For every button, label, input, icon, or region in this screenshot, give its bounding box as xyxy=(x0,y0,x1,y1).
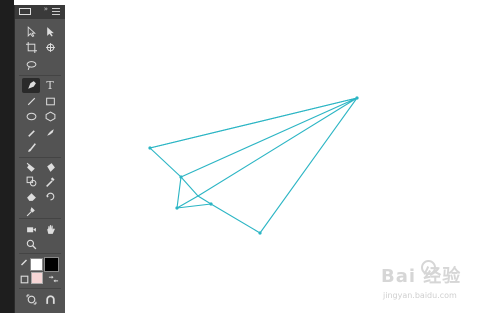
plane-outer-outline[interactable] xyxy=(149,97,358,234)
anchor-point[interactable] xyxy=(209,202,213,206)
anchor-point[interactable] xyxy=(258,231,262,235)
anchor-point[interactable] xyxy=(355,96,359,100)
anchor-point[interactable] xyxy=(148,146,152,150)
watermark-logo: Bai 经验 xyxy=(381,266,462,287)
anchor-point[interactable] xyxy=(175,206,179,210)
anchor-point[interactable] xyxy=(179,175,183,179)
plane-wing-line[interactable] xyxy=(197,97,358,205)
watermark-url: jingyan.baidu.com xyxy=(383,291,457,300)
plane-fold-line[interactable] xyxy=(149,97,358,178)
